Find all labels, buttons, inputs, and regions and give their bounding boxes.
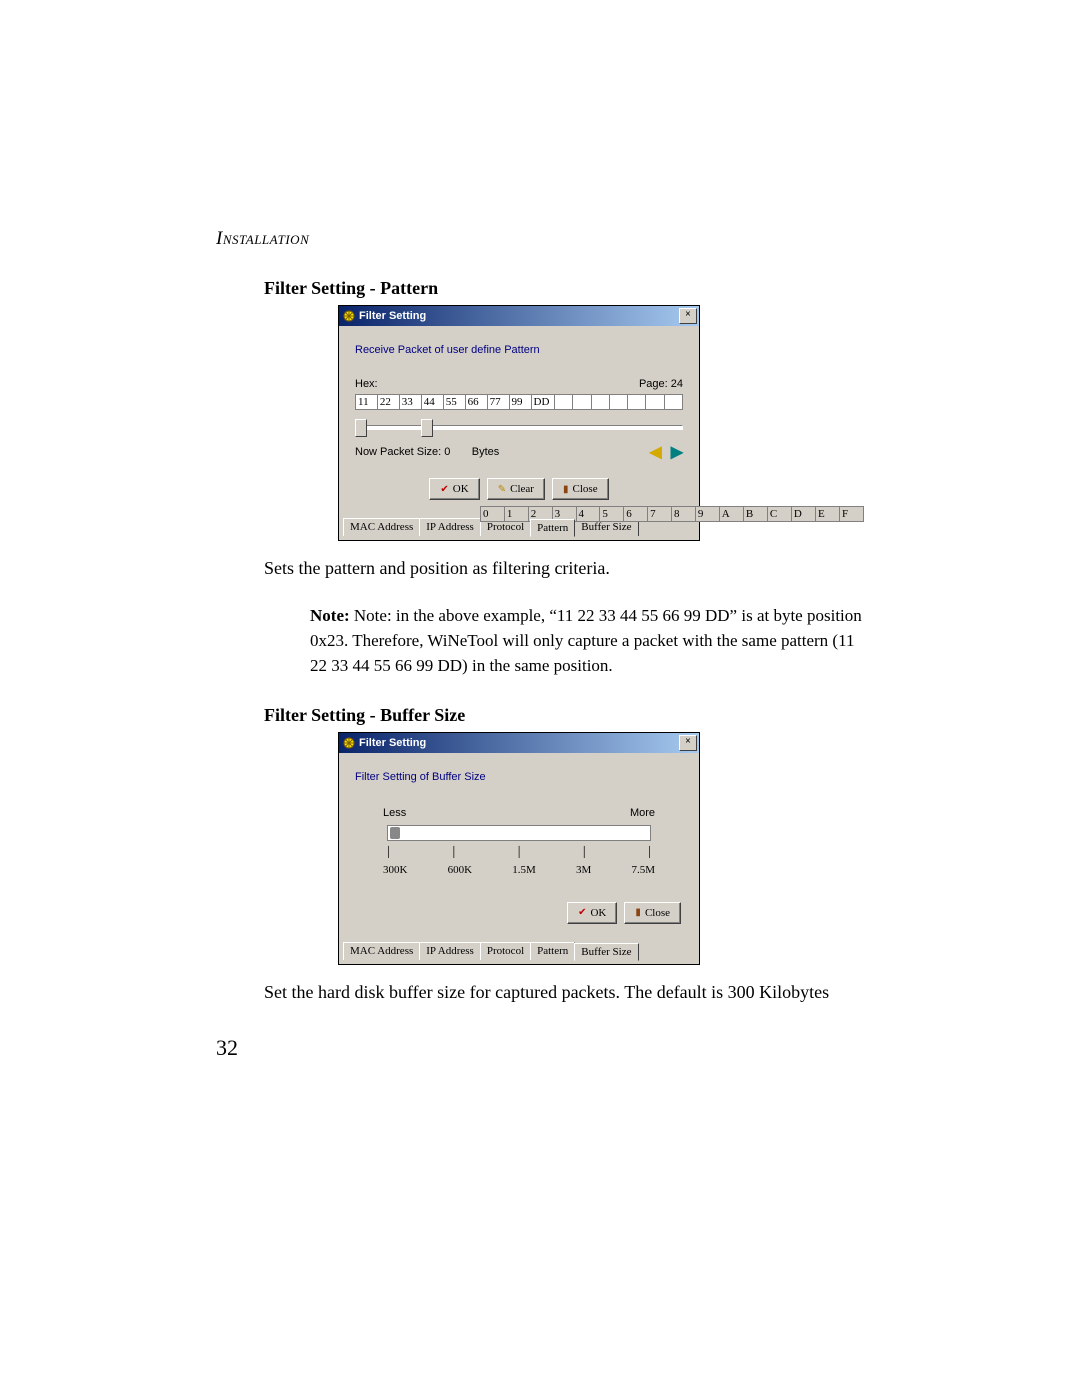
hex-header-cell: 8	[672, 507, 696, 522]
hex-header-cell: 1	[504, 507, 528, 522]
titlebar: Filter Setting ×	[339, 733, 699, 753]
hex-header-cell: C	[767, 507, 791, 522]
hex-value-cell[interactable]: 55	[443, 395, 465, 410]
filter-setting-buffer-dialog: Filter Setting × Filter Setting of Buffe…	[338, 732, 700, 965]
tab-pattern[interactable]: Pattern	[530, 942, 575, 960]
hex-value-cell[interactable]: 77	[487, 395, 509, 410]
hex-header-cell: 7	[648, 507, 672, 522]
buffer-slider[interactable]	[383, 823, 655, 843]
hex-value-cell[interactable]	[609, 395, 627, 410]
tab-mac-address[interactable]: MAC Address	[343, 942, 420, 960]
ok-button[interactable]: ✔OK	[429, 478, 479, 500]
hex-label: Hex:	[355, 378, 378, 390]
close-button[interactable]: ▮Close	[552, 478, 609, 500]
hex-value-cell[interactable]: 33	[399, 395, 421, 410]
scale-label: 3M	[576, 864, 591, 876]
hex-header-cell: 5	[600, 507, 624, 522]
hex-value-cell[interactable]	[555, 395, 573, 410]
hex-value-cell[interactable]: 66	[465, 395, 487, 410]
arrow-right-icon[interactable]: ▶	[671, 444, 683, 461]
hex-header-cell: 4	[576, 507, 600, 522]
filter-setting-pattern-dialog: Filter Setting × Receive Packet of user …	[338, 305, 700, 541]
scale-label: 7.5M	[631, 864, 655, 876]
hex-value-cell[interactable]	[573, 395, 591, 410]
hex-value-cell[interactable]: DD	[531, 395, 555, 410]
pattern-note: Note: Note: in the above example, “11 22…	[310, 603, 864, 678]
scale-label: 1.5M	[512, 864, 536, 876]
hex-header-cell: A	[719, 507, 743, 522]
page-header: Installation	[216, 228, 309, 250]
hex-value-cell[interactable]	[628, 395, 646, 410]
pattern-caption: Sets the pattern and position as filteri…	[264, 555, 864, 581]
hex-value-cell[interactable]	[664, 395, 682, 410]
section-heading-buffer: Filter Setting - Buffer Size	[264, 705, 864, 726]
hex-value-cell[interactable]	[591, 395, 609, 410]
titlebar: Filter Setting ×	[339, 306, 699, 326]
arrow-left-icon[interactable]: ◀	[649, 444, 661, 461]
tab-pattern[interactable]: Pattern	[530, 519, 575, 537]
hex-header-cell: E	[815, 507, 839, 522]
hex-value-cell[interactable]	[646, 395, 664, 410]
hex-value-cell[interactable]: 22	[377, 395, 399, 410]
hex-header-cell: D	[791, 507, 815, 522]
section-heading-pattern: Filter Setting - Pattern	[264, 278, 864, 299]
app-icon	[342, 736, 356, 750]
tab-bar: MAC AddressIP AddressProtocolPatternBuff…	[339, 942, 699, 964]
scale-label: 600K	[448, 864, 472, 876]
ok-button[interactable]: ✔OK	[567, 902, 617, 924]
hex-header-cell: 0	[481, 507, 505, 522]
hex-header-cell: F	[839, 507, 863, 522]
tab-ip-address[interactable]: IP Address	[419, 942, 481, 960]
app-icon	[342, 309, 356, 323]
tab-protocol[interactable]: Protocol	[480, 942, 531, 960]
tick: │	[385, 847, 392, 858]
hex-header-cell: B	[743, 507, 767, 522]
dialog-title: Filter Setting	[359, 310, 679, 322]
hex-value-row[interactable]: 1122334455667799DD	[356, 395, 683, 410]
hex-value-cell[interactable]: 99	[509, 395, 531, 410]
tab-mac-address[interactable]: MAC Address	[343, 518, 420, 536]
more-label: More	[630, 807, 655, 819]
tab-buffer-size[interactable]: Buffer Size	[574, 943, 638, 961]
pattern-description: Receive Packet of user define Pattern	[355, 344, 683, 356]
scale-label: 300K	[383, 864, 407, 876]
clear-button[interactable]: ✎Clear	[487, 478, 545, 500]
page-number: 32	[216, 1035, 238, 1061]
less-label: Less	[383, 807, 406, 819]
buffer-description: Filter Setting of Buffer Size	[355, 771, 683, 783]
bytes-label: Bytes	[472, 446, 500, 458]
buffer-caption: Set the hard disk buffer size for captur…	[264, 979, 864, 1005]
hex-header-cell: 9	[695, 507, 719, 522]
tab-ip-address[interactable]: IP Address	[419, 518, 481, 536]
position-slider[interactable]	[355, 418, 683, 436]
close-button[interactable]: ▮Close	[624, 902, 681, 924]
dialog-title: Filter Setting	[359, 737, 679, 749]
hex-table: 0123456789ABCDEF 1122334455667799DD	[355, 394, 683, 410]
close-icon[interactable]: ×	[679, 735, 697, 751]
hex-value-cell[interactable]: 11	[356, 395, 378, 410]
page-label: Page: 24	[639, 378, 683, 390]
packet-size-label: Now Packet Size: 0	[355, 446, 450, 458]
hex-header-cell: 6	[624, 507, 648, 522]
close-icon[interactable]: ×	[679, 308, 697, 324]
hex-value-cell[interactable]: 44	[421, 395, 443, 410]
